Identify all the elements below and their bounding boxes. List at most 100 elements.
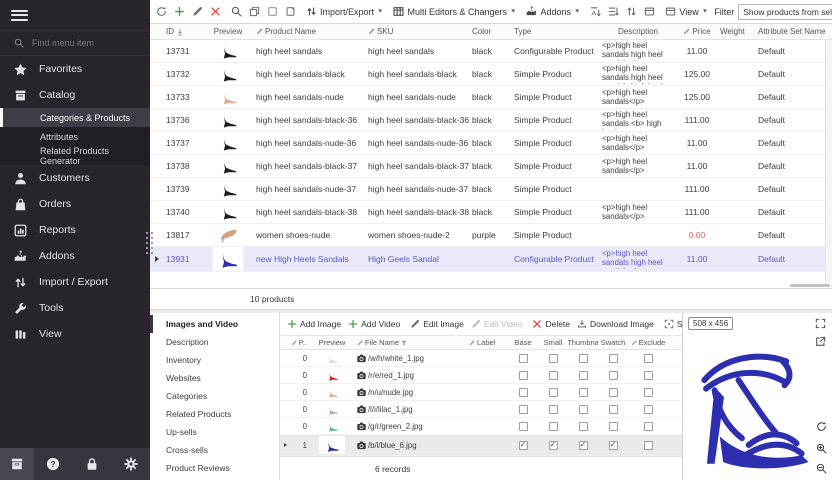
zoom-out-icon[interactable] <box>816 463 827 474</box>
checkbox-small[interactable] <box>549 405 558 414</box>
tab-cross-sells[interactable]: Cross-sells <box>150 441 279 459</box>
product-row-13817[interactable]: 13817women shoes-nudewomen shoes-nude-2p… <box>150 224 832 247</box>
sidebar-item-catalog[interactable]: Catalog <box>0 82 150 108</box>
column-header-description[interactable]: Description <box>599 27 677 36</box>
duplicate-button[interactable] <box>246 3 263 21</box>
edit-image-button[interactable]: Edit Image <box>407 315 467 333</box>
multi-editors-changers-menu[interactable]: Multi Editors & Changers▼ <box>390 3 519 21</box>
checkbox-swatch[interactable] <box>609 422 618 431</box>
add-button[interactable] <box>171 3 188 21</box>
hamburger-menu-icon[interactable] <box>11 10 28 21</box>
download-image-button[interactable]: Download Image <box>574 315 657 333</box>
checkbox-small[interactable] <box>549 388 558 397</box>
column-header-price[interactable]: Price <box>677 27 717 36</box>
checkbox-exclude[interactable] <box>644 405 653 414</box>
paste-button[interactable] <box>282 3 299 21</box>
lock-button[interactable] <box>73 457 112 471</box>
checkbox-thumbna[interactable]: ✓ <box>579 441 588 450</box>
checkbox-base[interactable]: ✓ <box>519 441 528 450</box>
edit-video-button[interactable]: Edit Video <box>468 315 526 333</box>
checkbox-exclude[interactable] <box>644 422 653 431</box>
column-header-preview[interactable]: Preview <box>203 27 253 36</box>
refresh-button[interactable] <box>153 3 170 21</box>
column-header-id[interactable]: ID <box>163 27 203 36</box>
import-export-menu[interactable]: Import/Export▼ <box>303 3 386 21</box>
vertical-scrollbar[interactable] <box>825 40 832 283</box>
sidebar-item-customers[interactable]: Customers <box>0 165 150 191</box>
checkbox-swatch[interactable] <box>609 371 618 380</box>
image-column-header-file-name[interactable]: File Name <box>354 338 466 347</box>
column-header-color[interactable]: Color <box>469 27 511 36</box>
product-row-13738[interactable]: 13738high heel sandals-black-37high heel… <box>150 155 832 178</box>
sidebar-item-view[interactable]: View <box>0 321 150 347</box>
product-row-13737[interactable]: 13737high heel sandals-nude-36high heel … <box>150 132 832 155</box>
tab-categories[interactable]: Categories <box>150 387 279 405</box>
view-menu[interactable]: View▼ <box>662 3 711 21</box>
product-row-13733[interactable]: 13733high heel sandals-nudehigh heel san… <box>150 86 832 109</box>
row-height-button[interactable] <box>605 3 622 21</box>
sidebar-item-tools[interactable]: Tools <box>0 295 150 321</box>
image-column-header-swatch[interactable]: Swatch <box>598 338 628 347</box>
panel-splitter-handle[interactable] <box>146 232 153 254</box>
product-row-13732[interactable]: 13732high heel sandals-blackhigh heel sa… <box>150 63 832 86</box>
tab-description[interactable]: Description <box>150 333 279 351</box>
product-row-13739[interactable]: 13739high heel sandals-nude-37high heel … <box>150 178 832 201</box>
image-row-l-i-lilac-1-jpg[interactable]: 0/l/i/lilac_1.jpg <box>280 401 682 418</box>
search-button[interactable] <box>228 3 245 21</box>
image-row-n-u-nude-jpg[interactable]: 0/n/u/nude.jpg <box>280 384 682 401</box>
sidebar-item-attributes[interactable]: Attributes <box>0 127 150 146</box>
image-row-w-h-white-1-jpg[interactable]: 0/w/h/white_1.jpg <box>280 350 682 367</box>
checkbox-base[interactable] <box>519 371 528 380</box>
checkbox-exclude[interactable] <box>644 441 653 450</box>
column-header-weight[interactable]: Weight <box>717 27 755 36</box>
column-header-type[interactable]: Type <box>511 27 599 36</box>
tab-websites[interactable]: Websites <box>150 369 279 387</box>
column-header-product-name[interactable]: Product Name <box>253 27 365 36</box>
product-row-13740[interactable]: 13740high heel sandals-black-38high heel… <box>150 201 832 224</box>
font-size-button[interactable]: A <box>587 3 604 21</box>
rotate-icon[interactable] <box>816 421 827 432</box>
image-column-header-small[interactable]: Small <box>538 338 568 347</box>
product-row-13736[interactable]: 13736high heel sandals-black-36high heel… <box>150 109 832 132</box>
sidebar-search-input[interactable]: Find menu item <box>0 30 150 56</box>
addons-menu[interactable]: Addons▼ <box>523 3 583 21</box>
image-column-header-base[interactable]: Base <box>508 338 538 347</box>
delete-button[interactable]: Delete <box>529 315 573 333</box>
checkbox-small[interactable] <box>549 371 558 380</box>
sidebar-item-favorites[interactable]: Favorites <box>0 56 150 82</box>
checkbox-thumbna[interactable] <box>579 405 588 414</box>
help-button[interactable]: ? <box>34 457 73 471</box>
tab-images-and-video[interactable]: Images and Video <box>150 315 279 333</box>
tab-related-products[interactable]: Related Products <box>150 405 279 423</box>
checkbox-base[interactable] <box>519 422 528 431</box>
sidebar-item-addons[interactable]: Addons <box>0 243 150 269</box>
image-column-header-thumbna[interactable]: Thumbna <box>568 338 598 347</box>
sidebar-item-import-export[interactable]: Import / Export <box>0 269 150 295</box>
column-header-sku[interactable]: SKU <box>365 27 469 36</box>
fullscreen-icon[interactable] <box>815 318 826 329</box>
select-button[interactable] <box>264 3 281 21</box>
product-row-13931[interactable]: 13931new High Heels SandalsHigh Geels Sa… <box>150 247 832 272</box>
checkbox-exclude[interactable] <box>644 354 653 363</box>
checkbox-swatch[interactable] <box>609 405 618 414</box>
sort-button[interactable] <box>623 3 640 21</box>
checkbox-swatch[interactable] <box>609 388 618 397</box>
checkbox-small[interactable]: ✓ <box>549 441 558 450</box>
product-row-13731[interactable]: 13731high heel sandalshigh heel sandalsb… <box>150 40 832 63</box>
zoom-in-icon[interactable] <box>816 443 827 454</box>
checkbox-exclude[interactable] <box>644 388 653 397</box>
sidebar-item-orders[interactable]: Orders <box>0 191 150 217</box>
image-row-r-e-red-1-jpg[interactable]: 0/r/e/red_1.jpg <box>280 367 682 384</box>
edit-button[interactable] <box>189 3 206 21</box>
checkbox-swatch[interactable]: ✓ <box>609 441 618 450</box>
image-column-header-preview[interactable]: Preview <box>310 338 354 347</box>
column-header-attribute-set-name[interactable]: Attribute Set Name <box>755 27 832 36</box>
sidebar-item-categories-products[interactable]: Categories & Products <box>0 108 150 127</box>
checkbox-base[interactable] <box>519 388 528 397</box>
delete-button[interactable] <box>207 3 224 21</box>
tab-product-reviews[interactable]: Product Reviews <box>150 459 279 477</box>
add-image-button[interactable]: Add Image <box>284 315 344 333</box>
image-row-g-r-green-2-jpg[interactable]: 0/g/r/green_2.jpg <box>280 418 682 435</box>
image-column-header-p[interactable]: P.. <box>290 338 310 347</box>
archive-button[interactable] <box>0 448 34 480</box>
